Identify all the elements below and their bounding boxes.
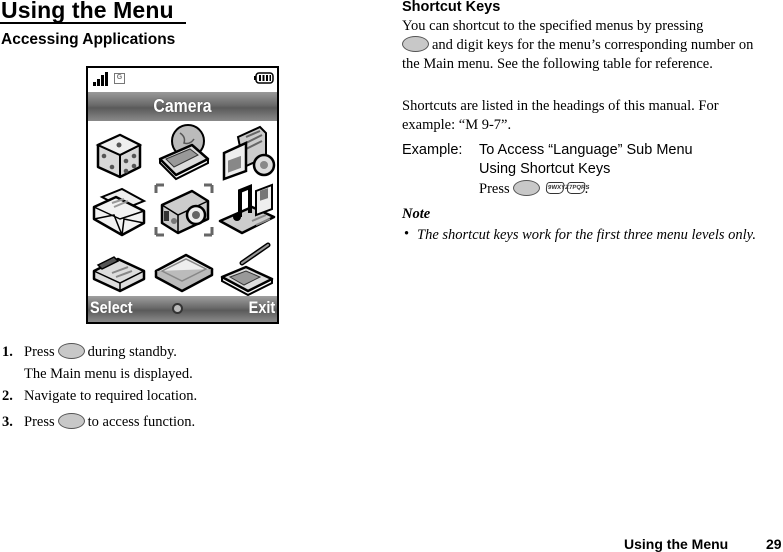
footer-title: Using the Menu xyxy=(624,536,729,552)
signal-strength-icon xyxy=(93,72,108,86)
exit-softkey[interactable]: Exit xyxy=(248,298,275,318)
shortcut-paragraph-1: You can shortcut to the specified menus … xyxy=(402,17,772,74)
menu-key-icon xyxy=(57,413,85,429)
browser-globe-phone-icon[interactable] xyxy=(152,123,216,181)
note-text: The shortcut keys work for the first thr… xyxy=(417,227,756,243)
media-player-music-icon[interactable] xyxy=(216,181,279,239)
step-number: 1. xyxy=(2,344,13,360)
example-line-1: To Access “Language” Sub Menu xyxy=(479,142,693,158)
shortcut-keys-heading: Shortcut Keys xyxy=(402,0,501,15)
messages-envelope-icon[interactable] xyxy=(88,181,152,239)
digit-key-7-icon: 7PQRS xyxy=(565,182,589,194)
tools-phone-pen-icon[interactable] xyxy=(216,239,279,297)
step-3: 3. Press to access function. xyxy=(2,413,195,431)
step-text: to access function. xyxy=(87,414,196,430)
step-1: 1. Press during standby. xyxy=(2,343,177,361)
organizer-camcorder-icon[interactable] xyxy=(216,123,279,181)
settings-fax-icon[interactable] xyxy=(88,239,152,297)
note-heading: Note xyxy=(402,206,431,222)
menu-key-icon xyxy=(512,180,540,196)
example-label: Example: xyxy=(402,142,463,158)
my-items-folder-icon[interactable] xyxy=(152,239,216,297)
main-menu-grid xyxy=(88,123,277,297)
menu-title-bar: Camera xyxy=(88,92,277,121)
step-number: 2. xyxy=(2,388,13,404)
step-text: during standby. xyxy=(87,344,177,360)
digit-key-label: 9WXYZ xyxy=(547,185,569,191)
bullet: • xyxy=(404,226,410,242)
menu-key-icon xyxy=(402,36,429,52)
page-number: 29 xyxy=(766,536,782,552)
step-text: Press xyxy=(24,414,55,430)
digit-key-9-icon: 9WXYZ xyxy=(544,182,569,194)
camera-icon[interactable] xyxy=(152,181,216,239)
step-2: 2. Navigate to required location. xyxy=(2,388,197,405)
step-1-result: The Main menu is displayed. xyxy=(24,366,193,382)
battery-icon xyxy=(254,72,274,84)
gprs-icon: G xyxy=(114,73,125,84)
menu-key-icon xyxy=(57,343,85,359)
paragraph-text: You can shortcut to the specified menus … xyxy=(402,18,704,34)
example-line-2: Using Shortcut Keys xyxy=(479,161,611,177)
center-nav-key-icon xyxy=(172,303,183,314)
step-number: 3. xyxy=(2,414,13,430)
digit-key-label: 7PQRS xyxy=(568,185,590,191)
title-underline xyxy=(0,22,186,24)
shortcut-paragraph-2: Shortcuts are listed in the headings of … xyxy=(402,98,719,133)
step-text: Navigate to required location. xyxy=(24,388,198,404)
paragraph-text: and digit keys for the menu’s correspond… xyxy=(402,37,754,72)
games-dice-icon[interactable] xyxy=(88,123,152,181)
page-title: Using the Menu xyxy=(1,0,174,23)
select-softkey[interactable]: Select xyxy=(90,298,133,318)
step-text: Press xyxy=(24,344,55,360)
status-bar: G xyxy=(88,68,277,90)
softkey-bar: Select Exit xyxy=(88,296,277,322)
section-heading: Accessing Applications xyxy=(1,31,176,48)
menu-title: Camera xyxy=(153,96,212,116)
phone-screen-illustration: G Camera Select Exit xyxy=(86,66,279,324)
press-text: Press xyxy=(479,181,510,197)
example-press-line: Press 9WXYZ 7PQRS. xyxy=(479,180,589,198)
